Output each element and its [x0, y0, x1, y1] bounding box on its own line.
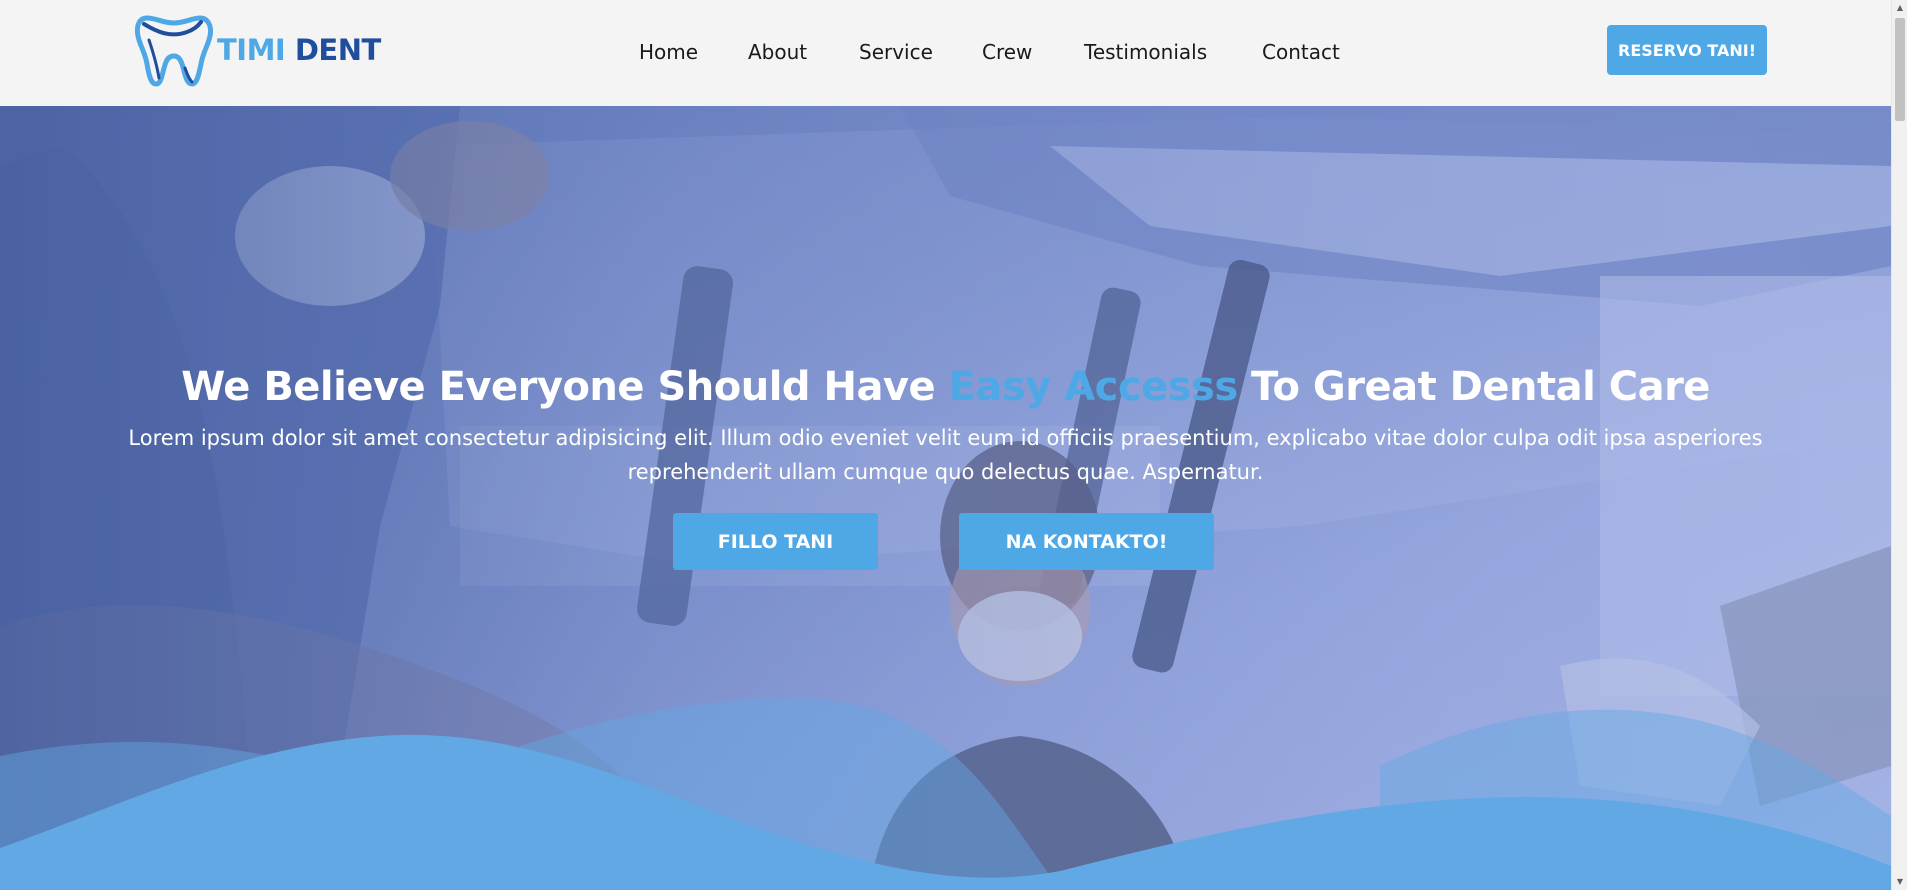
logo-text-part1: TIMI — [217, 33, 286, 67]
nav-contact[interactable]: Contact — [1262, 40, 1340, 64]
hero-section: We Believe Everyone Should Have Easy Acc… — [0, 106, 1891, 890]
site-logo[interactable]: TIMI DENT — [135, 12, 381, 88]
hero-wave-decoration — [0, 698, 1891, 890]
page: TIMI DENT Home About Service Crew Testim… — [0, 0, 1907, 890]
logo-text: TIMI DENT — [217, 33, 381, 67]
nav-testimonials[interactable]: Testimonials — [1084, 40, 1207, 64]
nav-crew[interactable]: Crew — [982, 40, 1032, 64]
scrollbar-thumb[interactable] — [1895, 18, 1905, 121]
nav-about[interactable]: About — [748, 40, 807, 64]
page-scrollbar[interactable]: ▲ ▼ — [1891, 0, 1907, 890]
tooth-icon — [135, 15, 213, 87]
scroll-up-arrow-icon[interactable]: ▲ — [1892, 0, 1907, 16]
reserve-button[interactable]: RESERVO TANI! — [1607, 25, 1767, 75]
scroll-down-arrow-icon[interactable]: ▼ — [1892, 874, 1907, 890]
nav-service[interactable]: Service — [859, 40, 933, 64]
site-header: TIMI DENT Home About Service Crew Testim… — [0, 0, 1891, 106]
nav-home[interactable]: Home — [639, 40, 698, 64]
logo-text-part2: DENT — [294, 33, 381, 67]
